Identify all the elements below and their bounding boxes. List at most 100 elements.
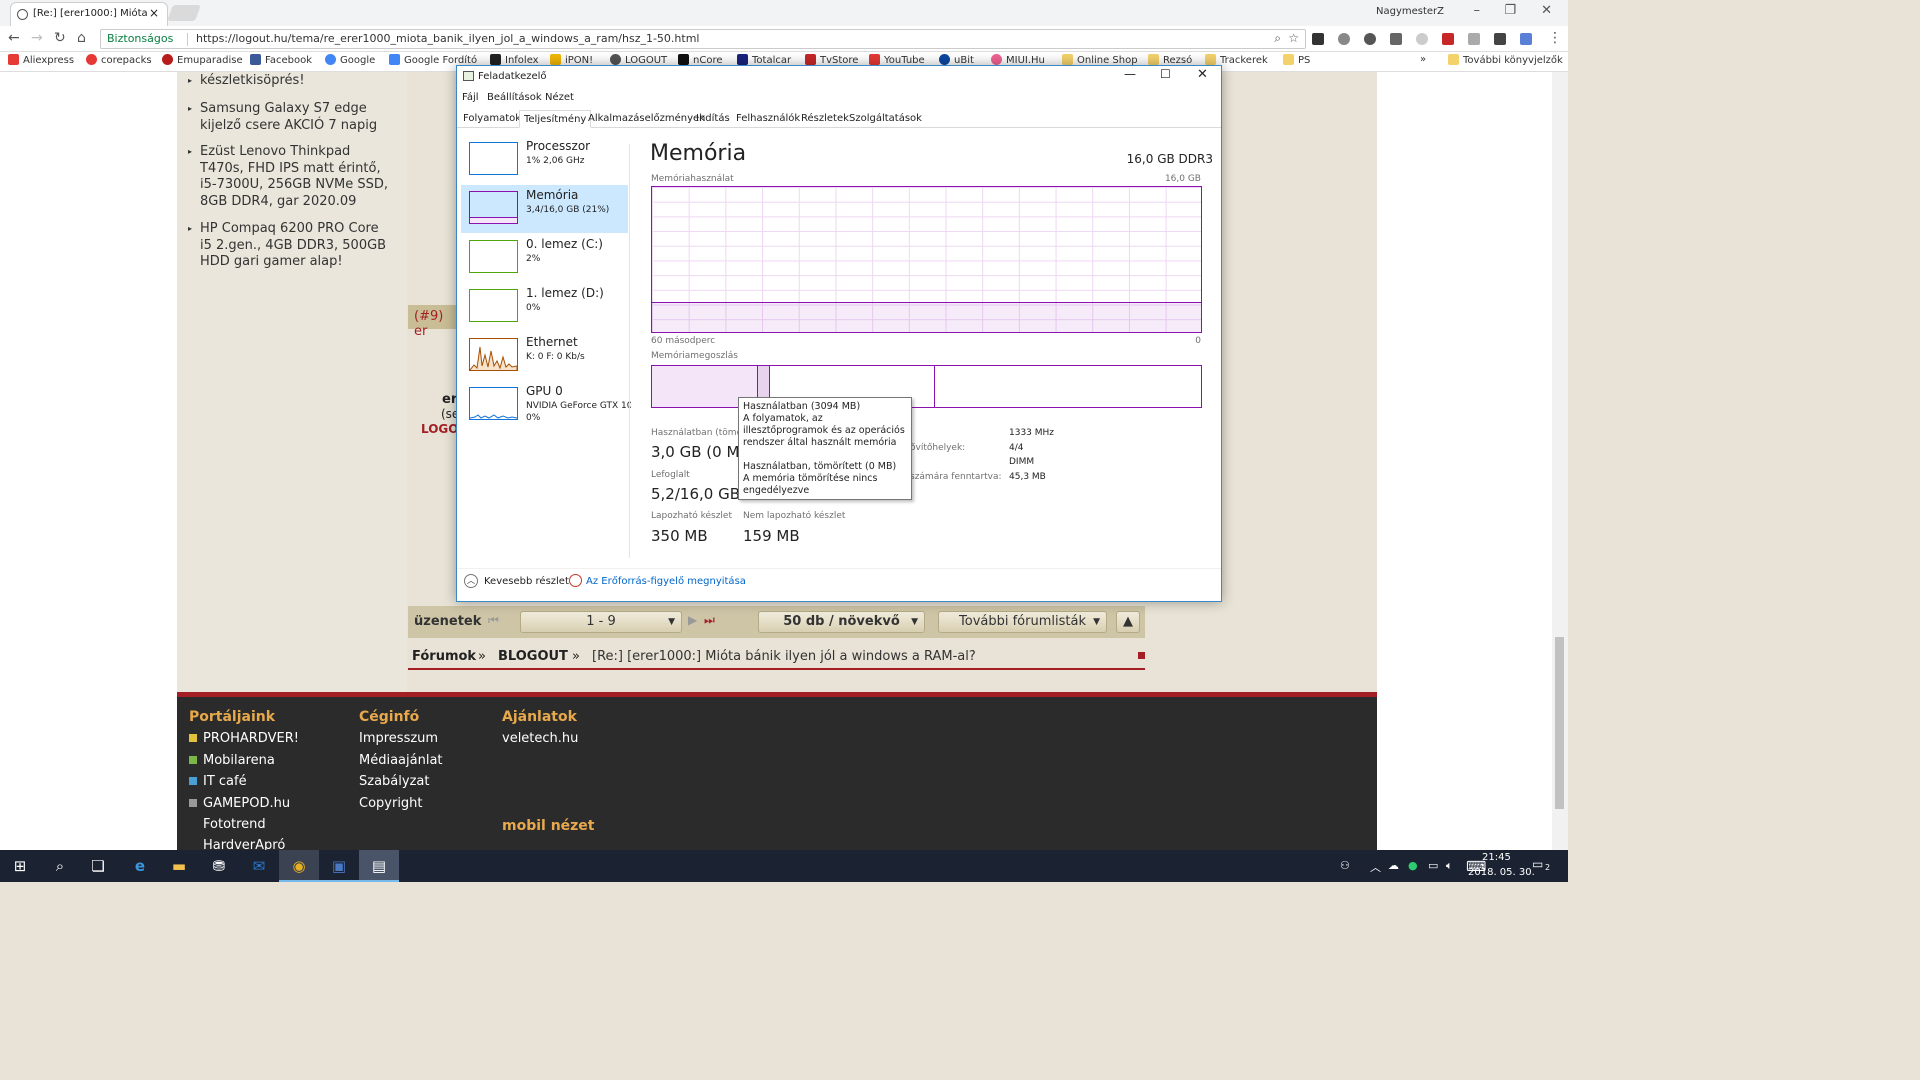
footer-link[interactable]: Impresszum [359, 731, 438, 746]
extension-icon[interactable] [1442, 33, 1454, 45]
forum-lists-select[interactable]: További fórumlisták ▼ [938, 611, 1107, 633]
clock-date[interactable]: 2018. 05. 30. [1468, 867, 1535, 878]
side-item-cpu[interactable]: Processzor 1% 2,06 GHz [461, 136, 628, 184]
extension-icon[interactable] [1416, 33, 1428, 45]
home-icon[interactable]: ⌂ [77, 30, 86, 46]
fewer-details-link[interactable]: Kevesebb részlet [484, 576, 569, 587]
restore-icon[interactable]: ❐ [1504, 3, 1516, 18]
next-page-icon[interactable]: ▶ [688, 613, 697, 627]
mobile-view-link[interactable]: mobil nézet [502, 818, 595, 834]
chrome-icon[interactable]: ◉ [279, 850, 319, 882]
footer-link[interactable]: veletech.hu [502, 731, 578, 746]
tab-startup[interactable]: Indítás [692, 110, 734, 128]
extension-icon[interactable] [1520, 33, 1532, 45]
tab-app-history[interactable]: Alkalmazáselőzmények [584, 110, 709, 128]
resource-monitor-link[interactable]: Az Erőforrás-figyelő megnyitása [586, 576, 746, 587]
zoom-icon[interactable]: ⌕ [1274, 31, 1281, 46]
chevron-up-icon[interactable]: ︿ [464, 574, 478, 588]
extension-icon[interactable] [1312, 33, 1324, 45]
footer-link[interactable]: Fototrend [203, 817, 266, 832]
tray-chevron-icon[interactable]: ︿ [1370, 859, 1381, 875]
search-icon[interactable]: ⌕ [40, 850, 80, 882]
close-icon[interactable]: ✕ [1197, 67, 1208, 82]
footer-link[interactable]: GAMEPOD.hu [189, 796, 290, 811]
bookmark-item[interactable]: corepacks [86, 54, 152, 66]
profile-name[interactable]: NagymesterZ [1376, 6, 1444, 17]
omnibox[interactable]: Biztonságos https://logout.hu/tema/re_er… [100, 29, 1306, 49]
volume-icon[interactable]: 🔈︎ [1446, 859, 1453, 873]
first-page-icon[interactable]: ⏮ [488, 613, 499, 628]
onedrive-icon[interactable]: ☁ [1388, 859, 1399, 872]
per-page-select[interactable]: 50 db / növekvő ▼ [758, 611, 925, 633]
minimize-icon[interactable]: – [1474, 3, 1481, 18]
close-window-icon[interactable]: ✕ [1541, 3, 1552, 18]
start-icon[interactable]: ⊞ [0, 850, 40, 882]
save-app-icon[interactable]: ▣ [319, 850, 359, 882]
footer-link[interactable]: IT café [189, 774, 247, 789]
sidebar-ad-link[interactable]: Ezüst Lenovo Thinkpad T470s, FHD IPS mat… [188, 144, 390, 210]
side-item-ethernet[interactable]: Ethernet K: 0 F: 0 Kb/s [461, 332, 628, 380]
footer-link[interactable]: Médiaajánlat [359, 753, 443, 768]
sidebar-ad-link[interactable]: Samsung Galaxy S7 edge kijelző csere AKC… [188, 101, 390, 134]
menu-view[interactable]: Nézet [545, 92, 574, 103]
task-view-icon[interactable]: ❏ [78, 850, 118, 882]
abp-icon[interactable] [1338, 33, 1350, 45]
minimize-icon[interactable]: — [1124, 67, 1136, 81]
bookmarks-overflow-icon[interactable]: » [1420, 54, 1426, 65]
bookmark-folder[interactable]: PS [1283, 54, 1310, 66]
back-icon[interactable]: ← [8, 30, 20, 46]
clock-time[interactable]: 21:45 [1482, 852, 1511, 863]
post-author[interactable]: er [442, 392, 457, 407]
side-item-memory[interactable]: Memória 3,4/16,0 GB (21%) [461, 185, 628, 233]
bookmark-item[interactable]: Google [325, 54, 375, 66]
mail-icon[interactable] [1494, 33, 1506, 45]
edge-icon[interactable]: e [120, 850, 160, 882]
network-icon[interactable]: ▭ [1428, 859, 1438, 872]
footer-link[interactable]: HardverApró [203, 838, 285, 850]
extension-icon[interactable] [1364, 33, 1376, 45]
sidebar-ad-link[interactable]: HP Compaq 6200 PRO Core i5 2.gen., 4GB D… [188, 221, 390, 271]
side-item-disk-c[interactable]: 0. lemez (C:) 2% [461, 234, 628, 282]
last-page-icon[interactable]: ⏭ [704, 613, 715, 628]
menu-settings[interactable]: Beállítások [487, 92, 542, 103]
scrollbar-thumb[interactable] [1555, 637, 1564, 809]
extension-icon[interactable] [1468, 33, 1480, 45]
breadcrumb-blogout[interactable]: BLOGOUT [498, 649, 568, 664]
people-icon[interactable]: ⚇ [1340, 859, 1350, 872]
task-manager-taskbar-icon[interactable]: ▤ [359, 850, 399, 882]
browser-tab[interactable]: [Re:] [erer1000:] Mióta bá × [10, 2, 168, 26]
extension-icon[interactable] [1390, 33, 1402, 45]
breadcrumb-forums[interactable]: Fórumok [412, 649, 476, 664]
tray-app-icon[interactable]: ● [1408, 859, 1418, 872]
footer-link[interactable]: Mobilarena [189, 753, 275, 768]
side-item-disk-d[interactable]: 1. lemez (D:) 0% [461, 283, 628, 331]
side-item-gpu[interactable]: GPU 0 NVIDIA GeForce GTX 10 0% [461, 381, 631, 429]
file-explorer-icon[interactable]: ▬ [159, 850, 199, 882]
maximize-icon[interactable]: ☐ [1160, 67, 1171, 81]
other-bookmarks[interactable]: További könyvjelzők [1448, 54, 1563, 66]
footer-link[interactable]: Copyright [359, 796, 423, 811]
menu-file[interactable]: Fájl [462, 92, 479, 103]
memory-composition-bar[interactable] [651, 365, 1202, 408]
tab-users[interactable]: Felhasználók [732, 110, 804, 128]
footer-link[interactable]: PROHARDVER! [189, 731, 299, 746]
footer-link[interactable]: Szabályzat [359, 774, 429, 789]
secure-label[interactable]: Biztonságos [107, 32, 173, 45]
star-icon[interactable]: ☆ [1288, 31, 1299, 45]
new-tab-button[interactable] [167, 5, 201, 21]
forward-icon[interactable]: → [31, 30, 43, 46]
outlook-icon[interactable]: ✉ [239, 850, 279, 882]
scroll-top-button[interactable]: ▲ [1116, 611, 1140, 633]
bookmark-item[interactable]: Facebook [250, 54, 312, 66]
sidebar-ad-link[interactable]: készletkisöprés! [188, 73, 390, 90]
post-number[interactable]: (#9) er [414, 309, 460, 339]
tab-processes[interactable]: Folyamatok [459, 110, 525, 128]
tab-performance[interactable]: Teljesítmény [519, 110, 592, 128]
page-range-select[interactable]: 1 - 9 ▼ [520, 611, 682, 633]
tab-services[interactable]: Szolgáltatások [845, 110, 926, 128]
action-center-icon[interactable]: ▭ [1532, 857, 1543, 871]
bookmark-item[interactable]: Emuparadise [162, 54, 243, 66]
bookmark-item[interactable]: Aliexpress [8, 54, 74, 66]
url-text[interactable]: https://logout.hu/tema/re_erer1000_miota… [196, 32, 700, 45]
menu-icon[interactable]: ⋮ [1548, 30, 1562, 46]
